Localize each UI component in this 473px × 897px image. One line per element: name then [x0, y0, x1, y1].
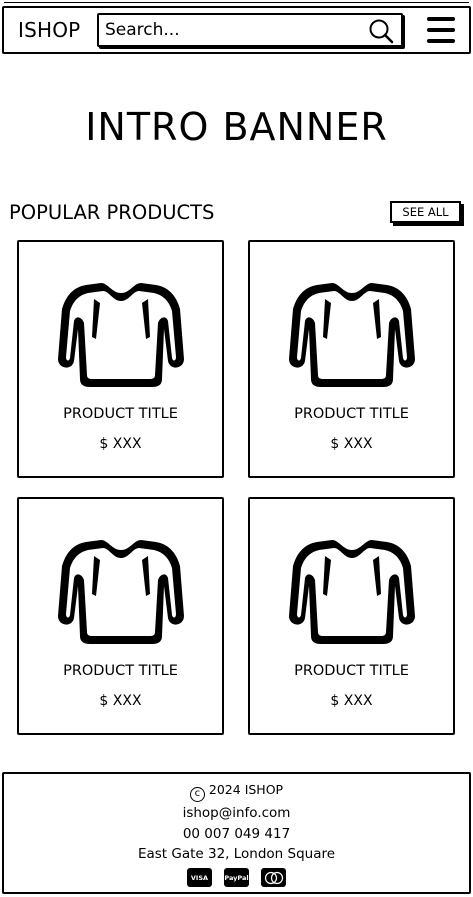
payment-methods: VISA PayPal [4, 868, 469, 887]
sweater-icon [287, 536, 417, 644]
product-title: PRODUCT TITLE [63, 663, 178, 679]
visa-icon: VISA [187, 868, 212, 887]
product-title: PRODUCT TITLE [294, 406, 409, 422]
footer-address: East Gate 32, London Square [137, 846, 336, 862]
footer-email[interactable]: ishop@info.com [4, 805, 469, 821]
intro-banner: INTRO BANNER [85, 105, 388, 149]
search-input[interactable] [105, 20, 355, 40]
product-card[interactable]: PRODUCT TITLE $ XXX [17, 497, 224, 735]
site-header: ISHOP [2, 2, 471, 54]
product-title: PRODUCT TITLE [63, 406, 178, 422]
product-card[interactable]: PRODUCT TITLE $ XXX [17, 240, 224, 478]
product-price: $ XXX [99, 693, 142, 709]
popular-products-heading: POPULAR PRODUCTS [9, 201, 215, 224]
product-price: $ XXX [99, 436, 142, 452]
search-icon[interactable] [367, 17, 395, 45]
sweater-icon [56, 536, 186, 644]
search-bar [97, 13, 403, 47]
product-card[interactable]: PRODUCT TITLE $ XXX [248, 497, 455, 735]
sweater-icon [287, 279, 417, 387]
hamburger-menu-icon[interactable] [426, 16, 456, 44]
paypal-icon: PayPal [224, 868, 249, 887]
product-price: $ XXX [330, 693, 373, 709]
footer-phone: 00 007 049 417 [182, 826, 291, 842]
product-title: PRODUCT TITLE [294, 663, 409, 679]
copyright-line: c 2024 ISHOP [4, 782, 469, 802]
copyright-text: 2024 ISHOP [208, 782, 284, 797]
sweater-icon [56, 279, 186, 387]
see-all-button[interactable]: SEE ALL [390, 201, 461, 223]
site-logo[interactable]: ISHOP [18, 18, 80, 42]
copyright-icon: c [189, 787, 205, 802]
product-card[interactable]: PRODUCT TITLE $ XXX [248, 240, 455, 478]
site-footer: c 2024 ISHOP ishop@info.com 00 007 049 41… [2, 772, 471, 894]
product-price: $ XXX [330, 436, 373, 452]
mastercard-icon [261, 868, 286, 887]
